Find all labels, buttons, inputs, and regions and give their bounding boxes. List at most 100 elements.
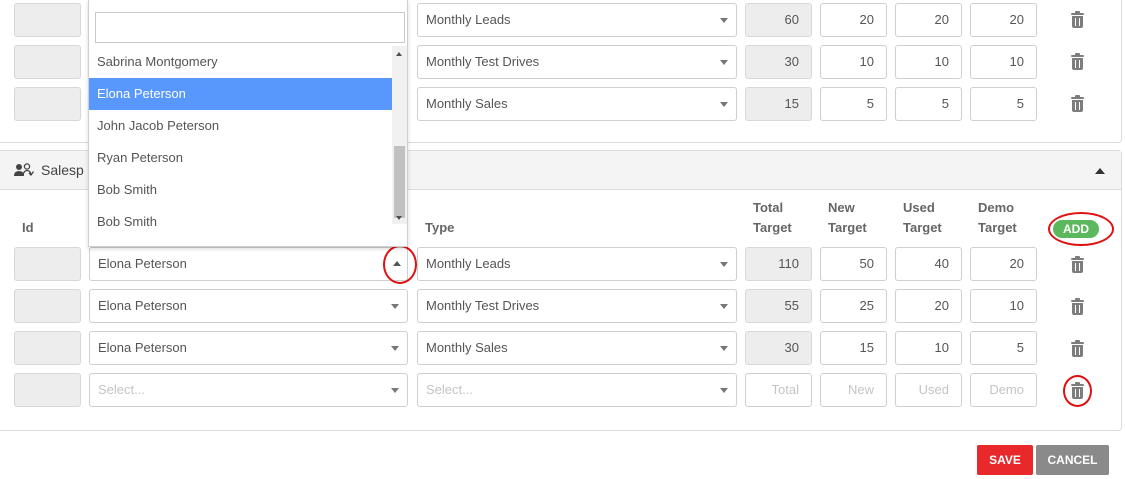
header-total-line1: Total xyxy=(753,200,784,215)
dropdown-options: Sabrina Montgomery Elona Peterson John J… xyxy=(89,46,392,238)
chevron-down-icon xyxy=(720,388,728,393)
demo-target-input[interactable]: 5 xyxy=(970,331,1037,365)
new-target-input[interactable]: 20 xyxy=(820,3,887,37)
header-type: Type xyxy=(425,220,455,235)
salesperson-value: Elona Peterson xyxy=(98,298,187,313)
annotation-circle xyxy=(1048,212,1114,246)
trash-icon[interactable] xyxy=(1071,53,1084,70)
chevron-down-icon xyxy=(391,388,399,393)
type-select[interactable]: Monthly Sales xyxy=(417,331,737,365)
demo-target-input[interactable]: 10 xyxy=(970,45,1037,79)
type-select[interactable]: Monthly Leads xyxy=(417,3,737,37)
total-target-field: 30 xyxy=(745,331,812,365)
cancel-button[interactable]: CANCEL xyxy=(1036,445,1109,475)
id-field xyxy=(14,3,81,37)
new-target-input[interactable]: 25 xyxy=(820,289,887,323)
new-target-input[interactable]: 10 xyxy=(820,45,887,79)
chevron-down-icon xyxy=(720,102,728,107)
salesperson-select[interactable]: Elona Peterson xyxy=(89,289,408,323)
chevron-down-icon xyxy=(391,304,399,309)
salesperson-select[interactable]: Select... xyxy=(89,373,408,407)
dropdown-option[interactable]: Ryan Peterson xyxy=(89,142,392,174)
header-used-line1: Used xyxy=(903,200,935,215)
type-placeholder: Select... xyxy=(426,382,473,397)
used-target-input[interactable]: 10 xyxy=(895,45,962,79)
id-field xyxy=(14,87,81,121)
header-total-line2: Target xyxy=(753,220,792,235)
demo-target-input[interactable]: 5 xyxy=(970,87,1037,121)
total-target-field: 30 xyxy=(745,45,812,79)
salesperson-dropdown[interactable]: Sabrina Montgomery Elona Peterson John J… xyxy=(88,0,408,247)
total-target-field: 15 xyxy=(745,87,812,121)
salesperson-value: Elona Peterson xyxy=(98,340,187,355)
used-target-input[interactable]: 20 xyxy=(895,3,962,37)
dropdown-option[interactable]: Sabrina Montgomery xyxy=(89,46,392,78)
total-target-field: 60 xyxy=(745,3,812,37)
header-used-line2: Target xyxy=(903,220,942,235)
dropdown-option-highlighted[interactable]: Elona Peterson xyxy=(89,78,392,110)
type-select[interactable]: Monthly Test Drives xyxy=(417,45,737,79)
salesperson-select[interactable]: Elona Peterson xyxy=(89,331,408,365)
type-value: Monthly Test Drives xyxy=(426,298,540,313)
used-target-input[interactable]: 10 xyxy=(895,331,962,365)
total-target-field: 110 xyxy=(745,247,812,281)
scroll-down-icon[interactable] xyxy=(396,216,402,220)
type-select[interactable]: Monthly Sales xyxy=(417,87,737,121)
chevron-down-icon xyxy=(720,262,728,267)
demo-target-input[interactable]: 20 xyxy=(970,3,1037,37)
dropdown-option[interactable]: Bob Smith xyxy=(89,174,392,206)
trash-icon[interactable] xyxy=(1071,95,1084,112)
dropdown-option[interactable]: John Jacob Peterson xyxy=(89,110,392,142)
used-target-input[interactable]: 20 xyxy=(895,289,962,323)
type-select[interactable]: Monthly Leads xyxy=(417,247,737,281)
demo-target-input[interactable]: Demo xyxy=(970,373,1037,407)
new-target-input[interactable]: New xyxy=(820,373,887,407)
new-target-input[interactable]: 50 xyxy=(820,247,887,281)
type-value: Monthly Sales xyxy=(426,96,508,111)
used-target-input[interactable]: 40 xyxy=(895,247,962,281)
chevron-down-icon xyxy=(720,346,728,351)
id-field xyxy=(14,247,81,281)
header-new-line2: Target xyxy=(828,220,867,235)
dropdown-search-input[interactable] xyxy=(95,12,405,43)
dropdown-scrollbar[interactable] xyxy=(392,46,407,224)
chevron-down-icon xyxy=(720,18,728,23)
used-target-input[interactable]: Used xyxy=(895,373,962,407)
demo-target-input[interactable]: 20 xyxy=(970,247,1037,281)
trash-icon[interactable] xyxy=(1071,256,1084,273)
salesperson-value: Elona Peterson xyxy=(98,256,187,271)
header-demo-line2: Target xyxy=(978,220,1017,235)
type-value: Monthly Sales xyxy=(426,340,508,355)
panel-title: Salesp xyxy=(41,162,84,178)
new-target-input[interactable]: 5 xyxy=(820,87,887,121)
salesperson-placeholder: Select... xyxy=(98,382,145,397)
scrollbar-thumb[interactable] xyxy=(394,146,405,218)
salespeople-icon xyxy=(14,163,34,177)
type-select[interactable]: Monthly Test Drives xyxy=(417,289,737,323)
trash-icon[interactable] xyxy=(1071,298,1084,315)
type-value: Monthly Leads xyxy=(426,256,511,271)
collapse-icon[interactable] xyxy=(1095,168,1105,174)
annotation-circle xyxy=(1063,375,1092,407)
annotation-circle xyxy=(383,245,417,284)
id-field xyxy=(14,331,81,365)
chevron-down-icon xyxy=(720,60,728,65)
salesperson-select[interactable]: Elona Peterson xyxy=(89,247,408,281)
chevron-down-icon xyxy=(720,304,728,309)
scroll-up-icon[interactable] xyxy=(396,52,402,56)
trash-icon[interactable] xyxy=(1071,11,1084,28)
save-button[interactable]: SAVE xyxy=(977,445,1033,475)
new-target-input[interactable]: 15 xyxy=(820,331,887,365)
id-field xyxy=(14,289,81,323)
type-value: Monthly Leads xyxy=(426,12,511,27)
dropdown-option[interactable]: Bob Smith xyxy=(89,206,392,238)
demo-target-input[interactable]: 10 xyxy=(970,289,1037,323)
type-select[interactable]: Select... xyxy=(417,373,737,407)
trash-icon[interactable] xyxy=(1071,340,1084,357)
type-value: Monthly Test Drives xyxy=(426,54,540,69)
used-target-input[interactable]: 5 xyxy=(895,87,962,121)
header-id: Id xyxy=(22,220,34,235)
header-demo-line1: Demo xyxy=(978,200,1015,215)
id-field xyxy=(14,373,81,407)
total-target-field: 55 xyxy=(745,289,812,323)
